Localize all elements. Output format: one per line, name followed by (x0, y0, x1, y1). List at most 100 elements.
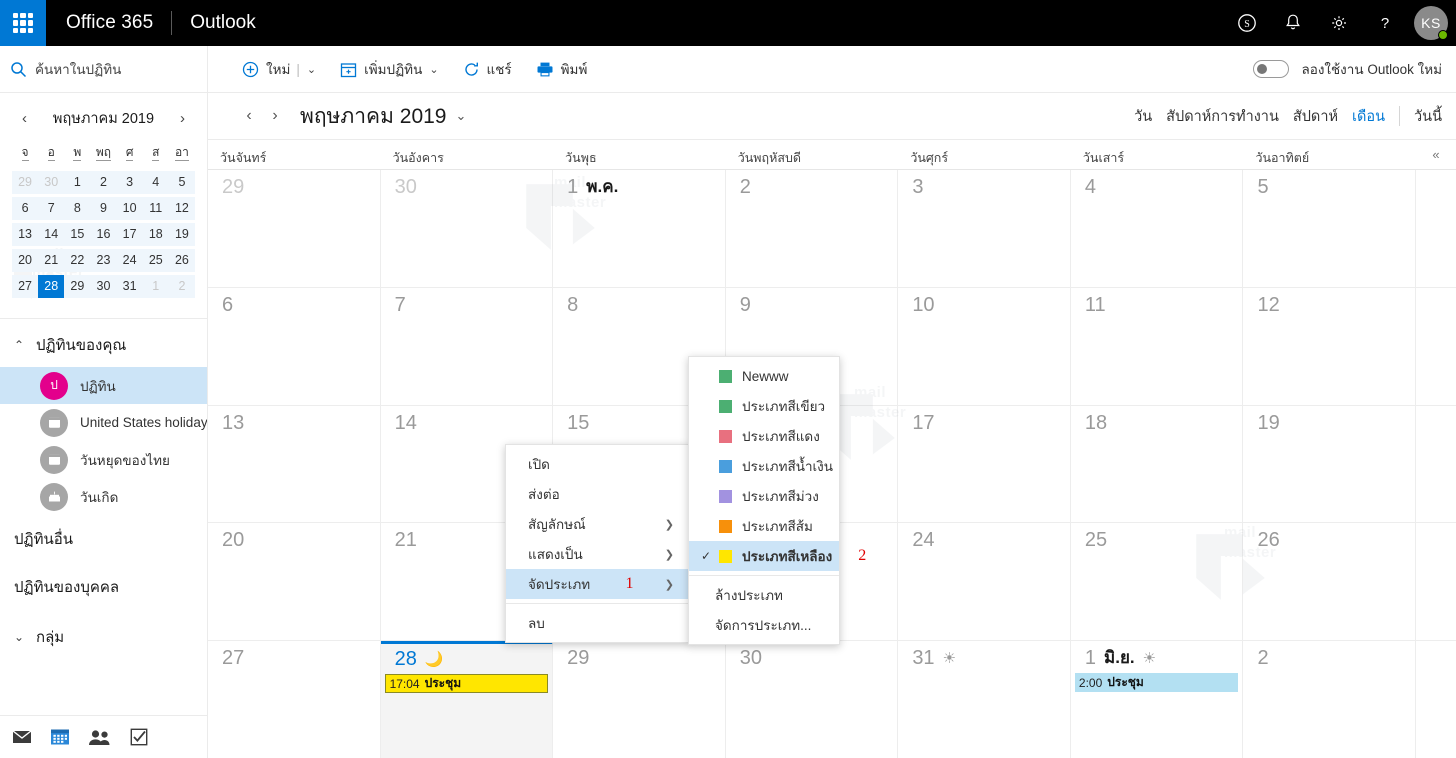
mini-calendar-day[interactable]: 15 (64, 223, 91, 246)
mini-calendar-day[interactable]: 5 (168, 171, 195, 194)
collapse-panel-icon[interactable]: « (1416, 140, 1456, 169)
mini-calendar-day[interactable]: 9 (90, 197, 117, 220)
share-button[interactable]: แชร์ (451, 46, 524, 93)
calendar-day-cell[interactable]: 24 (898, 523, 1071, 641)
calendar-day-cell[interactable]: 6 (208, 287, 381, 405)
mini-calendar-day[interactable]: 20 (12, 249, 39, 272)
calendar-next-button[interactable]: › (262, 101, 288, 131)
calendar-day-cell[interactable]: 12 (1243, 287, 1417, 405)
app-launcher-waffle-icon[interactable] (0, 0, 46, 46)
mini-calendar-prev-button[interactable]: ‹ (18, 111, 31, 126)
mini-calendar-day[interactable]: 22 (64, 249, 91, 272)
try-new-outlook-toggle[interactable] (1253, 60, 1290, 78)
help-question-icon[interactable]: ? (1362, 0, 1408, 46)
mini-calendar-day[interactable]: 29 (64, 275, 91, 298)
today-button[interactable]: วันนี้ (1414, 105, 1442, 128)
calendar-month-title[interactable]: พฤษภาคม 2019 ⌄ (300, 100, 466, 133)
search-input[interactable]: ค้นหาในปฏิทิน (0, 45, 208, 93)
mini-calendar-day[interactable]: 30 (90, 275, 117, 298)
calendar-prev-button[interactable]: ‹ (236, 101, 262, 131)
calendar-list-item-0[interactable]: ป ปฏิทิน (0, 367, 207, 404)
chevron-down-icon[interactable]: ⌄ (429, 63, 438, 76)
mini-calendar-day[interactable]: 4 (142, 171, 169, 194)
category-menu-item-0[interactable]: Newww (689, 361, 839, 391)
skype-icon[interactable]: S (1224, 0, 1270, 46)
calendar-day-cell[interactable]: 2 (726, 170, 899, 287)
mini-calendar-day[interactable]: 19 (168, 223, 195, 246)
category-menu-item-6[interactable]: ✓ ประเภทสีเหลือง 2 (689, 541, 866, 571)
category-menu-item-3[interactable]: ประเภทสีน้ำเงิน (689, 451, 839, 481)
calendar-day-cell[interactable]: 25 (1071, 523, 1244, 641)
category-menu-item-1[interactable]: ประเภทสีเขียว (689, 391, 839, 421)
calendar-day-cell[interactable]: 29 (208, 170, 381, 287)
chevron-down-icon[interactable]: ⌄ (307, 63, 316, 76)
mini-calendar-day[interactable]: 25 (142, 249, 169, 272)
your-calendars-header[interactable]: ⌃ ปฏิทินของคุณ (0, 319, 207, 367)
view-option-1[interactable]: สัปดาห์การทำงาน (1166, 105, 1279, 128)
tasks-icon[interactable] (130, 728, 148, 746)
calendar-list-item-3[interactable]: วันเกิด (0, 478, 207, 515)
mini-calendar-day[interactable]: 6 (12, 197, 39, 220)
view-option-0[interactable]: วัน (1134, 105, 1152, 128)
mini-calendar-day[interactable]: 29 (12, 171, 39, 194)
context-menu-item-1[interactable]: ส่งต่อ (506, 479, 688, 509)
calendar-day-cell[interactable]: 29 (553, 641, 726, 758)
calendar-day-cell[interactable]: 31 ☀ (898, 641, 1071, 758)
notifications-bell-icon[interactable] (1270, 0, 1316, 46)
mini-calendar-day[interactable]: 3 (116, 171, 143, 194)
view-option-2[interactable]: สัปดาห์ (1293, 105, 1338, 128)
mini-calendar-day[interactable]: 1 (64, 171, 91, 194)
category-menu-item-5[interactable]: ประเภทสีส้ม (689, 511, 839, 541)
context-menu-item-0[interactable]: เปิด (506, 449, 688, 479)
mini-calendar-day[interactable]: 30 (38, 171, 65, 194)
mini-calendar-day[interactable]: 2 (168, 275, 195, 298)
category-menu-item-4[interactable]: ประเภทสีม่วง (689, 481, 839, 511)
mini-calendar-day[interactable]: 27 (12, 275, 39, 298)
context-menu-item-5[interactable]: ลบ (506, 608, 688, 638)
mini-calendar-day[interactable]: 16 (90, 223, 117, 246)
category-menu-item-2[interactable]: ประเภทสีแดง (689, 421, 839, 451)
mini-calendar-day[interactable]: 2 (90, 171, 117, 194)
calendar-day-cell[interactable]: 28 🌙 17:04 ประชุม (380, 641, 554, 758)
calendar-day-cell[interactable]: 4 (1071, 170, 1244, 287)
mini-calendar-day[interactable]: 18 (142, 223, 169, 246)
context-menu-item-4[interactable]: จัดประเภท 1 ❯ (506, 569, 688, 599)
groups-header[interactable]: ⌄ กลุ่ม (0, 611, 207, 659)
mini-calendar-day[interactable]: 28 (38, 275, 65, 298)
mini-calendar-day[interactable]: 23 (90, 249, 117, 272)
calendar-day-cell[interactable]: 18 (1071, 405, 1244, 523)
new-event-button[interactable]: ใหม่ | ⌄ (230, 46, 328, 93)
calendar-day-cell[interactable]: 2 (1243, 641, 1417, 758)
mini-calendar-day[interactable]: 31 (116, 275, 143, 298)
calendar-day-cell[interactable]: 1 มิ.ย. ☀ 2:00 ประชุม (1071, 641, 1244, 758)
people-calendars-label[interactable]: ปฏิทินของบุคคล (0, 563, 207, 611)
user-avatar[interactable]: KS (1408, 0, 1454, 46)
context-menu-item-2[interactable]: สัญลักษณ์ ❯ (506, 509, 688, 539)
calendar-event[interactable]: 17:04 ประชุม (384, 674, 549, 694)
mini-calendar-day[interactable]: 8 (64, 197, 91, 220)
calendar-day-cell[interactable]: 26 (1243, 523, 1417, 641)
mini-calendar-next-button[interactable]: › (176, 111, 189, 126)
calendar-day-cell[interactable]: 7 (381, 287, 554, 405)
calendar-event[interactable]: 2:00 ประชุม (1074, 673, 1239, 693)
context-menu-item-3[interactable]: แสดงเป็น ❯ (506, 539, 688, 569)
mini-calendar-day[interactable]: 7 (38, 197, 65, 220)
mini-calendar-day[interactable]: 17 (116, 223, 143, 246)
calendar-day-cell[interactable]: 11 (1071, 287, 1244, 405)
settings-gear-icon[interactable] (1316, 0, 1362, 46)
calendar-day-cell[interactable]: 3 (898, 170, 1071, 287)
calendar-list-item-2[interactable]: วันหยุดของไทย (0, 441, 207, 478)
people-icon[interactable] (88, 729, 112, 746)
mail-icon[interactable] (12, 729, 32, 745)
calendar-day-cell[interactable]: 20 (208, 523, 381, 641)
mini-calendar-day[interactable]: 14 (38, 223, 65, 246)
view-option-3[interactable]: เดือน (1352, 105, 1385, 128)
mini-calendar-day[interactable]: 13 (12, 223, 39, 246)
mini-calendar-day[interactable]: 21 (38, 249, 65, 272)
category-manage-item[interactable]: จัดการประเภท... (689, 610, 839, 640)
calendar-day-cell[interactable]: 19 (1243, 405, 1417, 523)
calendar-day-cell[interactable]: 1 พ.ค. (553, 170, 726, 287)
calendar-day-cell[interactable]: 27 (208, 641, 381, 758)
print-button[interactable]: พิมพ์ (524, 46, 600, 93)
mini-calendar-day[interactable]: 12 (168, 197, 195, 220)
